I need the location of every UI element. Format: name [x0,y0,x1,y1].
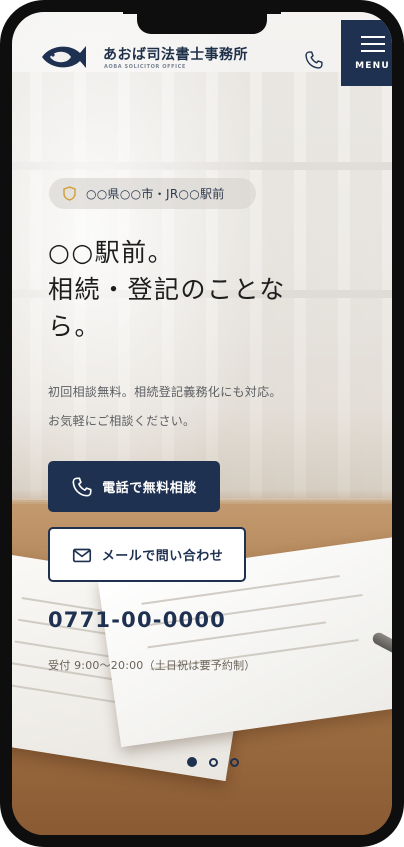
menu-label: MENU [355,60,390,71]
location-badge: ○○県○○市・JR○○駅前 [49,178,256,209]
call-free-consultation-button[interactable]: 電話で無料相談 [48,461,220,512]
headline-line: ○○駅前。 [48,238,175,267]
slider-pagination [187,757,251,767]
hero-screen: あおば司法書士事務所 AOBA SOLICITOR OFFICE MENU ○○… [12,12,392,835]
hero-headline: ○○駅前。 相続・登記のことな ら。 [48,234,368,345]
brand-subtitle: AOBA SOLICITOR OFFICE [104,64,186,70]
call-button-label: 電話で無料相談 [102,481,197,496]
slide-dot-1[interactable] [187,757,197,767]
phone-icon [72,476,92,497]
fish-logo-icon[interactable] [40,42,86,72]
shield-icon [63,186,76,201]
description-line: 初回相談無料。相続登記義務化にも対応。 [48,385,282,399]
headline-line: ら。 [48,312,102,341]
slide-dot-2[interactable] [209,757,218,767]
phone-frame: あおば司法書士事務所 AOBA SOLICITOR OFFICE MENU ○○… [0,0,404,847]
email-inquiry-button[interactable]: メールで問い合わせ [48,527,246,582]
device-notch [123,2,281,34]
email-button-label: メールで問い合わせ [101,549,224,564]
description-line: お気軽にご相談ください。 [48,414,196,428]
hamburger-menu-icon [360,35,385,52]
menu-button[interactable]: MENU [341,20,392,86]
header-phone-button[interactable] [300,46,328,74]
headline-line: 相続・登記のことな [48,275,286,304]
brand-name[interactable]: あおば司法書士事務所 [103,44,248,64]
location-text: ○○県○○市・JR○○駅前 [86,187,225,201]
phone-number[interactable]: 0771-00-0000 [48,608,226,632]
hero-description: 初回相談無料。相続登記義務化にも対応。 お気軽にご相談ください。 [48,378,378,436]
phone-icon [305,51,323,69]
mail-icon [72,548,91,562]
slide-dot-3[interactable] [230,757,239,767]
business-hours: 受付 9:00〜20:00（土日祝は要予約制） [48,659,256,672]
